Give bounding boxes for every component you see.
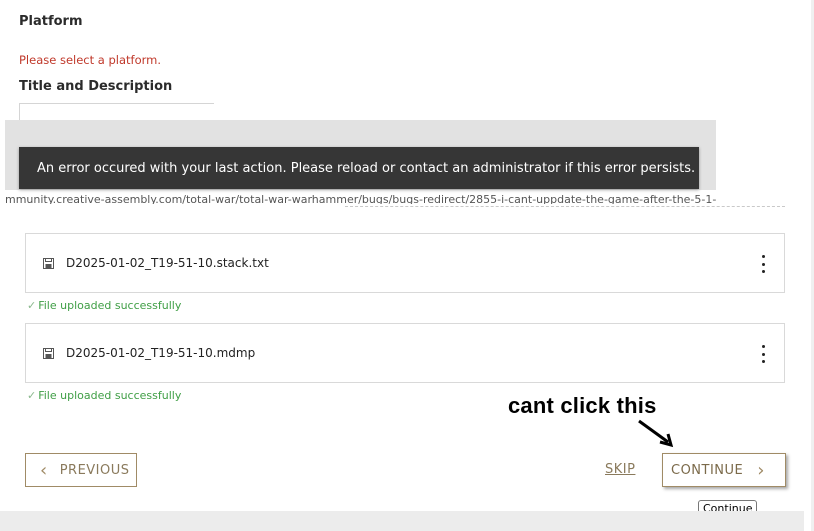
bottom-bar — [0, 511, 804, 531]
platform-label: Platform — [19, 14, 83, 29]
chevron-right-icon: › — [757, 459, 765, 481]
upload-status: ✓ File uploaded successfully — [27, 299, 181, 312]
url-fragment: mmunity.creative-assembly.com/total-war/… — [5, 193, 717, 204]
file-name: D2025-01-02_T19-51-10.mdmp — [66, 346, 256, 360]
check-icon: ✓ — [27, 299, 37, 312]
more-options-icon[interactable] — [756, 253, 770, 275]
previous-button[interactable]: ‹ PREVIOUS — [25, 453, 137, 487]
more-options-icon[interactable] — [756, 343, 770, 365]
save-icon — [43, 348, 54, 359]
file-card: D2025-01-02_T19-51-10.stack.txt — [25, 233, 785, 293]
upload-status-text: File uploaded successfully — [38, 389, 182, 402]
platform-error-message: Please select a platform. — [19, 53, 162, 67]
dropzone-border — [345, 206, 785, 207]
title-description-label: Title and Description — [19, 79, 173, 94]
error-toast: An error occured with your last action. … — [19, 147, 699, 189]
continue-button[interactable]: CONTINUE › — [662, 453, 786, 487]
annotation-arrow-icon — [638, 419, 674, 448]
previous-label: PREVIOUS — [59, 462, 130, 478]
upload-status: ✓ File uploaded successfully — [27, 389, 181, 402]
skip-link[interactable]: SKIP — [605, 462, 635, 477]
check-icon: ✓ — [27, 389, 37, 402]
annotation-text: cant click this — [508, 393, 657, 418]
chevron-left-icon: ‹ — [40, 459, 48, 481]
save-icon — [43, 258, 54, 269]
file-name: D2025-01-02_T19-51-10.stack.txt — [66, 256, 269, 270]
error-toast-message: An error occured with your last action. … — [37, 160, 696, 176]
file-card: D2025-01-02_T19-51-10.mdmp — [25, 323, 785, 383]
continue-label: CONTINUE — [671, 462, 744, 478]
upload-status-text: File uploaded successfully — [38, 299, 182, 312]
